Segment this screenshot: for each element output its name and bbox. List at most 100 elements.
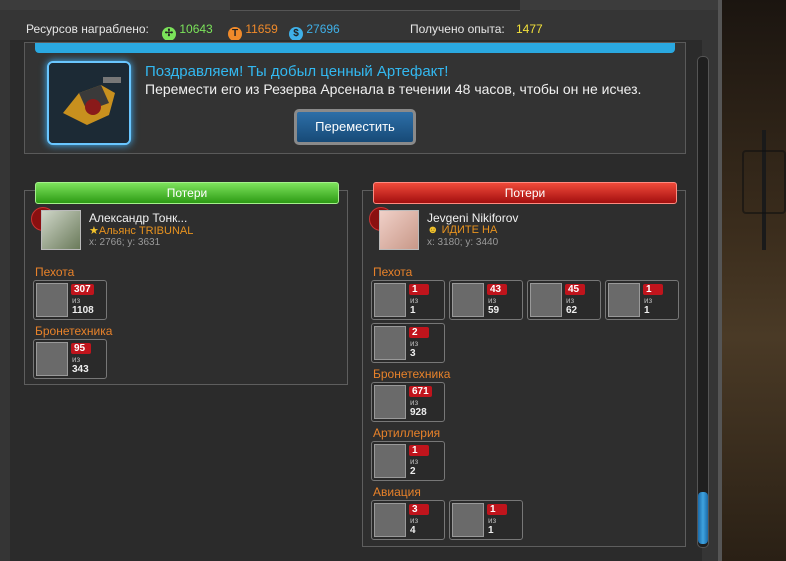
unit-lost: 3 — [409, 504, 429, 515]
unit-of-label: из — [72, 355, 81, 364]
unit-card[interactable]: 1 из 2 — [371, 441, 445, 481]
unit-total: 62 — [566, 305, 578, 316]
unit-card[interactable]: 45 из 62 — [527, 280, 601, 320]
unit-of-label: из — [488, 516, 497, 525]
unit-total: 59 — [488, 305, 500, 316]
battle-report-window: Ресурсов награблено: ✢ 10643 T 11659 $ 2… — [0, 0, 722, 561]
resources-bar: Ресурсов награблено: ✢ 10643 T 11659 $ 2… — [18, 18, 698, 42]
window-top-edge — [0, 0, 718, 11]
soldier-icon — [374, 283, 406, 317]
resource-blue-value: 27696 — [306, 22, 340, 36]
unit-of-label: из — [644, 296, 653, 305]
category-armor: Бронетехника — [35, 324, 113, 338]
resource-orange-value: 11659 — [245, 22, 278, 36]
unit-card[interactable]: 307 из 1108 — [33, 280, 107, 320]
unit-card[interactable]: 3 из 4 — [371, 500, 445, 540]
unit-total: 4 — [410, 525, 416, 536]
unit-of-label: из — [410, 398, 419, 407]
unit-of-label: из — [410, 457, 419, 466]
green-resource-icon: ✢ — [162, 27, 176, 41]
unit-of-label: из — [410, 516, 419, 525]
artifact-icon[interactable] — [47, 61, 131, 145]
unit-of-label: из — [72, 296, 81, 305]
experience-value: 1477 — [516, 22, 543, 36]
unit-card[interactable]: 671 из 928 — [371, 382, 445, 422]
unit-total: 343 — [72, 364, 89, 375]
unit-card[interactable]: 95 из 343 — [33, 339, 107, 379]
unit-card[interactable]: 1 из 1 — [371, 280, 445, 320]
player-coords: x: 2766; y: 3631 — [89, 237, 161, 248]
soldier-icon — [36, 283, 68, 317]
unit-card[interactable]: 2 из 3 — [371, 323, 445, 363]
resources-label: Ресурсов награблено: — [26, 22, 149, 36]
scrollbar-thumb[interactable] — [698, 492, 708, 544]
background-antenna — [742, 150, 786, 214]
losses-header-green: Потери — [35, 182, 339, 204]
scrollbar-track[interactable] — [697, 56, 709, 548]
attacker-player: Александр Тонк... ★Альянс TRIBUNAL x: 27… — [31, 207, 331, 253]
player-name[interactable]: Jevgeni Nikiforov — [427, 211, 518, 225]
category-aviation: Авиация — [373, 485, 421, 499]
unit-lost: 45 — [565, 284, 585, 295]
soldier-icon — [374, 326, 406, 360]
aircraft-icon — [374, 503, 406, 537]
category-armor: Бронетехника — [373, 367, 451, 381]
unit-lost: 2 — [409, 327, 429, 338]
artifact-description: Перемести его из Резерва Арсенала в тече… — [145, 81, 642, 97]
defender-losses-panel: Потери Jevgeni Nikiforov ☻ ИДИТЕ НА x: 3… — [362, 182, 686, 547]
game-background — [722, 0, 786, 561]
unit-card[interactable]: 43 из 59 — [449, 280, 523, 320]
unit-of-label: из — [410, 296, 419, 305]
skull-icon: ☻ — [427, 224, 442, 236]
player-name[interactable]: Александр Тонк... — [89, 211, 187, 225]
category-artillery: Артиллерия — [373, 426, 441, 440]
unit-lost: 1 — [643, 284, 663, 295]
unit-total: 1 — [488, 525, 494, 536]
experience-label: Получено опыта: — [410, 22, 505, 36]
losses-header-red: Потери — [373, 182, 677, 204]
unit-total: 2 — [410, 466, 416, 477]
resource-green: ✢ 10643 — [162, 22, 213, 41]
unit-total: 1 — [410, 305, 416, 316]
soldier-icon — [608, 283, 640, 317]
avatar[interactable] — [379, 210, 419, 250]
aircraft-icon — [452, 503, 484, 537]
vehicle-icon — [36, 342, 68, 376]
unit-total: 1108 — [72, 305, 94, 316]
unit-total: 3 — [410, 348, 416, 359]
soldier-icon — [452, 283, 484, 317]
resource-blue: $ 27696 — [289, 22, 340, 41]
vehicle-icon — [374, 385, 406, 419]
alliance-name[interactable]: ☻ ИДИТЕ НА — [427, 224, 497, 236]
artillery-icon — [374, 444, 406, 478]
artifact-notice: Поздравляем! Ты добыл ценный Артефакт! П… — [24, 42, 686, 154]
avatar[interactable] — [41, 210, 81, 250]
unit-lost: 1 — [409, 445, 429, 456]
category-infantry: Пехота — [35, 265, 75, 279]
blue-dollar-resource-icon: $ — [289, 27, 303, 41]
soldier-icon — [530, 283, 562, 317]
unit-total: 1 — [644, 305, 650, 316]
player-coords: x: 3180; y: 3440 — [427, 237, 499, 248]
move-artifact-button[interactable]: Переместить — [294, 109, 416, 145]
star-icon: ★ — [89, 225, 99, 237]
unit-card[interactable]: 1 из 1 — [449, 500, 523, 540]
unit-card[interactable]: 1 из 1 — [605, 280, 679, 320]
unit-lost: 1 — [409, 284, 429, 295]
unit-lost: 307 — [71, 284, 94, 295]
unit-lost: 671 — [409, 386, 432, 397]
resource-orange: T 11659 — [228, 22, 278, 41]
unit-of-label: из — [410, 339, 419, 348]
alliance-name[interactable]: ★Альянс TRIBUNAL — [89, 224, 193, 237]
unit-lost: 95 — [71, 343, 91, 354]
unit-total: 928 — [410, 407, 427, 418]
category-infantry: Пехота — [373, 265, 413, 279]
attacker-losses-panel: Потери Александр Тонк... ★Альянс TRIBUNA… — [24, 182, 348, 385]
defender-player: Jevgeni Nikiforov ☻ ИДИТЕ НА x: 3180; y:… — [369, 207, 669, 253]
orange-t-resource-icon: T — [228, 27, 242, 41]
unit-of-label: из — [566, 296, 575, 305]
artifact-title: Поздравляем! Ты добыл ценный Артефакт! — [145, 63, 449, 80]
unit-lost: 43 — [487, 284, 507, 295]
unit-lost: 1 — [487, 504, 507, 515]
resource-green-value: 10643 — [179, 22, 213, 36]
